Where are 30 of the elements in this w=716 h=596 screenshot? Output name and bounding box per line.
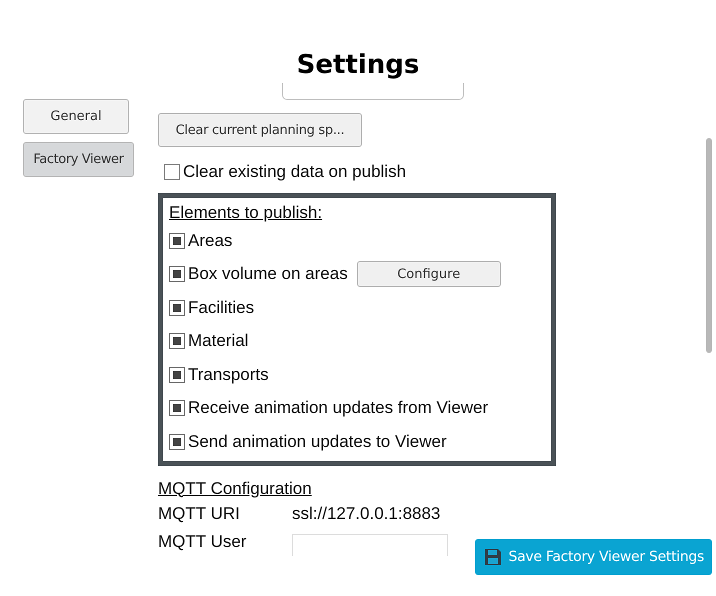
settings-title: Settings xyxy=(296,49,420,82)
checkbox-label: Clear existing data on publish xyxy=(183,162,406,182)
nav-tab[interactable]: General xyxy=(23,99,129,134)
clear-planning-button[interactable]: Clear current planning sp... xyxy=(158,113,362,147)
nav-tab[interactable]: Factory Viewer xyxy=(23,142,134,177)
checkbox[interactable] xyxy=(169,300,185,316)
input-field[interactable] xyxy=(292,534,448,556)
section-heading: Elements to publish: xyxy=(169,202,322,224)
checkbox[interactable] xyxy=(169,333,185,350)
configure-button[interactable]: Configure xyxy=(356,261,501,288)
section-heading: MQTT Configuration xyxy=(158,478,312,500)
checkbox[interactable] xyxy=(169,366,185,383)
checkbox-label: Box volume on areas xyxy=(188,264,348,284)
checkbox-label: Send animation updates to Viewer xyxy=(188,432,447,452)
checkbox[interactable] xyxy=(164,164,180,180)
checkbox-label: Receive animation updates from Viewer xyxy=(188,398,488,418)
checkbox-label: Facilities xyxy=(188,298,254,318)
scrollbar-thumb[interactable] xyxy=(706,138,712,353)
checkbox[interactable] xyxy=(169,400,185,416)
checkbox-label: Transports xyxy=(188,364,269,385)
checkbox-label: Areas xyxy=(188,230,232,251)
checkbox[interactable] xyxy=(169,434,185,450)
field-value: ssl://127.0.0.1:8883 xyxy=(292,504,440,524)
checkbox[interactable] xyxy=(169,232,185,249)
checkbox[interactable] xyxy=(169,266,185,282)
field-label: MQTT User xyxy=(158,532,248,552)
input-field[interactable] xyxy=(282,83,464,100)
checkbox-label: Material xyxy=(188,331,248,352)
save-icon xyxy=(482,547,503,567)
field-label: MQTT URI xyxy=(158,504,241,524)
